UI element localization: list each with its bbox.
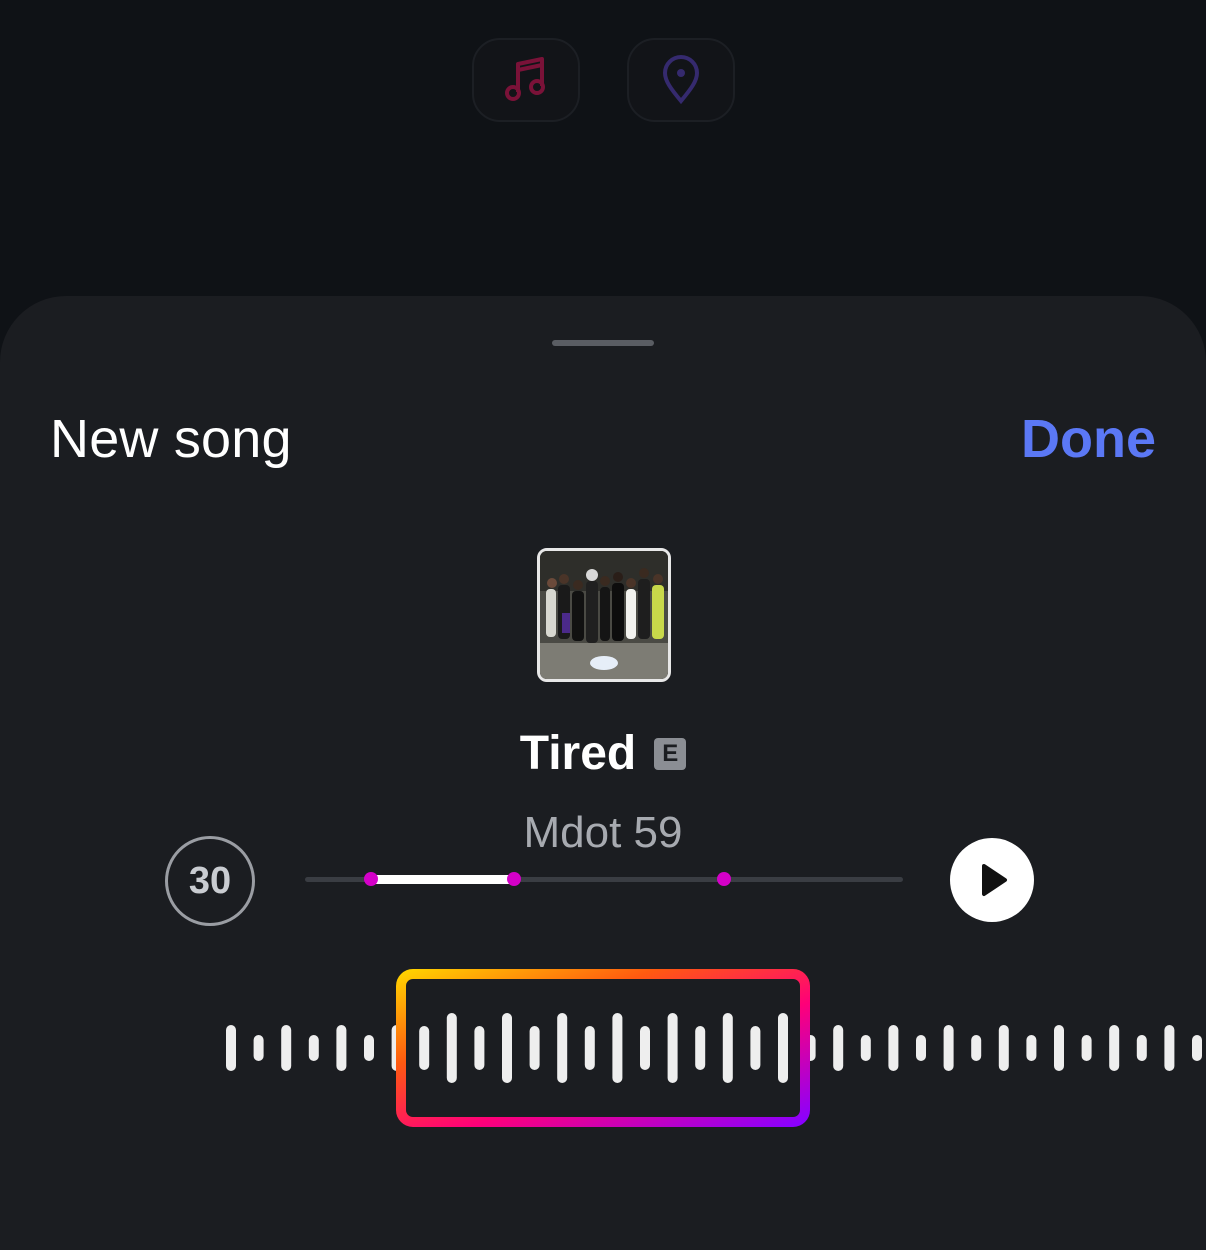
waveform-bar [253,1035,264,1061]
song-title-row: Tired E [0,726,1206,781]
waveform-bar [722,1013,733,1083]
waveform-bar [971,1035,982,1061]
waveform-bar [1109,1025,1120,1071]
waveform-bar [281,1025,292,1071]
song-title: Tired [519,727,637,780]
waveform-bar [888,1025,899,1071]
waveform-bar [998,1025,1009,1071]
waveform-bar [916,1035,926,1061]
waveform-bar [446,1013,457,1083]
done-button[interactable]: Done [1021,408,1156,470]
waveform-bar [474,1026,485,1070]
progress-end-dot [507,872,522,886]
waveform-bar [584,1026,595,1070]
waveform-bar [1164,1025,1175,1071]
play-button[interactable] [950,838,1034,922]
progress-track[interactable] [305,872,903,886]
album-art [537,548,671,682]
progress-start-dot [363,872,378,886]
waveform-bar [336,1025,347,1071]
sheet-title: New song [50,409,292,469]
progress-marker-dot [716,872,731,886]
waveform-bar [502,1013,512,1083]
waveform-bar [1081,1035,1092,1061]
waveform-bar [750,1026,761,1070]
waveform-bar [612,1013,623,1083]
music-note-icon [505,57,545,101]
explicit-badge: E [654,737,687,770]
sheet-grabber[interactable] [552,340,654,346]
clip-duration-button[interactable]: 30 [165,836,255,926]
album-art-image [540,551,668,679]
location-button[interactable] [627,38,735,122]
waveform-bar [419,1026,430,1070]
waveform-bar [778,1013,788,1083]
waveform-bar [833,1025,844,1071]
play-icon [982,864,1007,896]
location-pin-icon [662,55,700,105]
background-toolbar [0,0,1206,300]
music-button[interactable] [472,38,580,122]
waveform-bar [226,1025,236,1071]
waveform-bar [695,1026,706,1070]
waveform-bar [943,1025,954,1071]
waveform-bar [1026,1035,1037,1061]
waveform-bar [308,1035,319,1061]
waveform-selector[interactable] [0,956,1206,1146]
progress-played-segment [370,875,515,884]
waveform-bar [1136,1035,1147,1061]
waveform-bar [529,1026,540,1070]
selection-window[interactable] [396,969,810,1127]
waveform-bar [557,1013,568,1083]
waveform-bar [364,1035,374,1061]
waveform-bar [860,1035,871,1061]
waveform-bar [667,1013,678,1083]
waveform-bars [226,1013,1202,1083]
waveform-bar [640,1026,650,1070]
waveform-bar [1192,1035,1202,1061]
waveform-bar [1054,1025,1064,1071]
music-sheet: New song Done Tired E Mdot 59 30 [0,296,1206,1250]
